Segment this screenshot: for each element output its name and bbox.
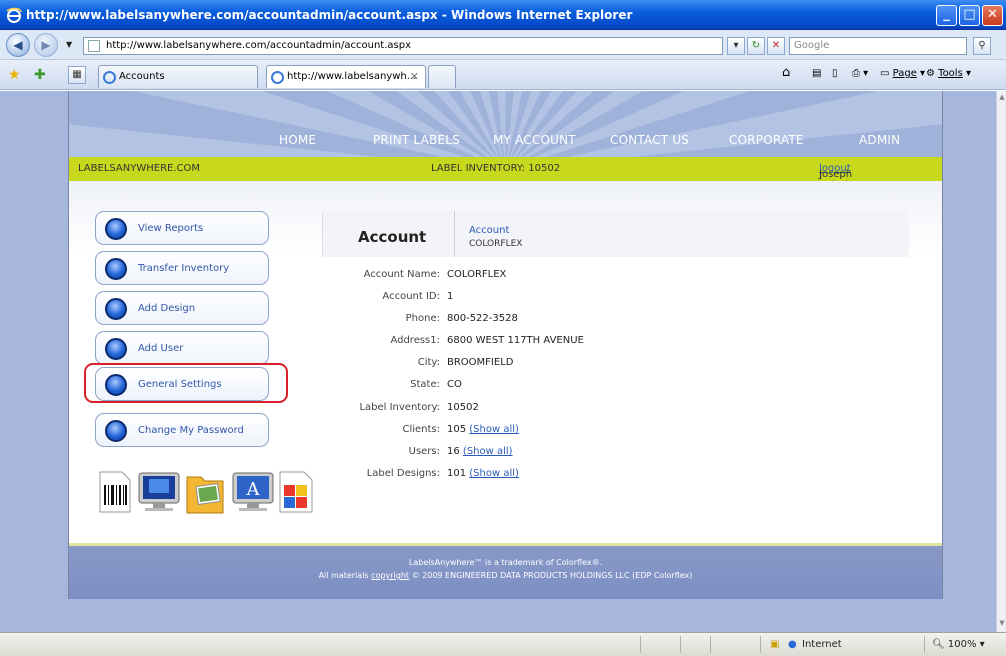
tab-current[interactable]: http://www.labelsanywh... ✕ <box>266 65 426 88</box>
info-bar: LABELSANYWHERE.COM LABEL INVENTORY: 1050… <box>69 157 942 191</box>
nav-print-labels[interactable]: PRINT LABELS <box>373 133 460 147</box>
print-icon[interactable]: ⎙ ▾ <box>852 68 868 79</box>
close-window-button[interactable]: ✕ <box>982 5 1003 26</box>
quick-tabs-icon[interactable]: ▦ <box>68 66 86 84</box>
address-dropdown-button[interactable]: ▾ <box>727 37 745 55</box>
bullet-orb-icon <box>105 420 127 442</box>
add-favorites-icon[interactable]: ✚ <box>34 67 46 83</box>
menu-view-reports[interactable]: View Reports <box>95 211 269 245</box>
home-icon[interactable]: ⌂ <box>782 65 790 80</box>
field-city: City: BROOMFIELD <box>417 357 514 368</box>
window-title: http://www.labelsanywhere.com/accountadm… <box>26 8 633 22</box>
account-header: Account Account COLORFLEX <box>322 211 909 257</box>
ie-page-icon <box>103 71 116 84</box>
field-label-designs: Label Designs: 101 (Show all) <box>366 468 519 479</box>
close-tab-icon[interactable]: ✕ <box>410 70 419 83</box>
font-monitor-icon: A <box>232 472 274 511</box>
field-phone: Phone: 800-522-3528 <box>405 313 518 324</box>
site-footer: LabelsAnywhere™ is a trademark of Colorf… <box>69 543 942 599</box>
nav-contact-us[interactable]: CONTACT US <box>610 133 689 147</box>
search-icon[interactable]: ⚲ <box>973 37 991 55</box>
field-account-name: Account Name: COLORFLEX <box>363 269 507 280</box>
designs-show-all-link[interactable]: (Show all) <box>469 468 519 479</box>
scroll-down-icon[interactable]: ▼ <box>997 619 1006 629</box>
maximize-button[interactable]: □ <box>959 5 980 26</box>
feeds-icon[interactable]: ▤ <box>812 68 821 79</box>
user-name: Joseph Beierl | logout <box>819 163 853 191</box>
address-input[interactable]: http://www.labelsanywhere.com/accountadm… <box>83 37 723 55</box>
status-bar: ▣ ● Internet 🔍︎ 100% ▾ <box>0 632 1006 656</box>
back-button[interactable]: ◀ <box>6 33 30 57</box>
minimize-button[interactable]: _ <box>936 5 957 26</box>
field-clients: Clients: 105 (Show all) <box>402 424 519 435</box>
header-divider <box>454 211 455 257</box>
highlight-annotation <box>84 363 288 403</box>
breadcrumb-account-link[interactable]: Account <box>469 225 509 236</box>
internet-explorer-icon <box>6 7 22 23</box>
field-account-id: Account ID: 1 <box>382 291 454 302</box>
tab-toolbar: ★ ✚ ▦ Accounts http://www.labelsanywh...… <box>0 60 1006 90</box>
zoom-level[interactable]: 🔍︎ 100% ▾ <box>932 639 985 650</box>
read-mail-icon[interactable]: ▯ <box>832 68 838 79</box>
field-users: Users: 16 (Show all) <box>408 446 513 457</box>
favorites-star-icon[interactable]: ★ <box>8 67 21 83</box>
breadcrumb-account-name: COLORFLEX <box>469 239 523 249</box>
nav-home[interactable]: HOME <box>279 133 316 147</box>
search-input[interactable]: Google <box>789 37 967 55</box>
bullet-orb-icon <box>105 298 127 320</box>
barcode-icon <box>99 471 131 513</box>
page-menu[interactable]: ▭ Page ▾ <box>880 68 925 79</box>
svg-text:A: A <box>246 479 261 500</box>
bullet-orb-icon <box>105 258 127 280</box>
forward-button[interactable]: ▶ <box>34 33 58 57</box>
menu-add-design[interactable]: Add Design <box>95 291 269 325</box>
field-label-inventory: Label Inventory: 10502 <box>359 402 479 413</box>
ie-page-icon <box>271 71 284 84</box>
field-address1: Address1: 6800 WEST 117TH AVENUE <box>390 335 584 346</box>
globe-icon: ● <box>788 639 797 650</box>
page-icon <box>88 40 100 52</box>
new-tab-button[interactable] <box>428 65 456 88</box>
images-folder-icon <box>186 476 224 514</box>
site-brand: LABELSANYWHERE.COM <box>78 163 201 174</box>
menu-transfer-inventory[interactable]: Transfer Inventory <box>95 251 269 285</box>
clients-show-all-link[interactable]: (Show all) <box>469 424 519 435</box>
site-container: HOME PRINT LABELS MY ACCOUNT CONTACT US … <box>68 91 943 599</box>
security-zone: Internet <box>802 639 842 650</box>
menu-add-user[interactable]: Add User <box>95 331 269 365</box>
refresh-icon[interactable]: ↻ <box>747 37 765 55</box>
window-title-bar: http://www.labelsanywhere.com/accountadm… <box>0 0 1006 30</box>
copyright-link[interactable]: copyright <box>371 571 409 580</box>
protected-mode-icon: ▣ <box>770 639 780 650</box>
recent-pages-dropdown-icon[interactable]: ▼ <box>66 40 72 49</box>
bullet-orb-icon <box>105 218 127 240</box>
tools-menu[interactable]: ⚙ Tools ▾ <box>926 68 971 79</box>
browser-viewport: HOME PRINT LABELS MY ACCOUNT CONTACT US … <box>0 91 996 632</box>
nav-admin[interactable]: ADMIN <box>859 133 900 147</box>
users-show-all-link[interactable]: (Show all) <box>463 446 513 457</box>
address-toolbar: ◀ ▶ ▼ http://www.labelsanywhere.com/acco… <box>0 30 1006 60</box>
page-title: Account <box>358 228 427 246</box>
tab-accounts[interactable]: Accounts <box>98 65 258 88</box>
field-state: State: CO <box>410 379 462 390</box>
page-body: View Reports Transfer Inventory Add Desi… <box>69 181 942 543</box>
copyright-text: All materials copyright © 2009 ENGINEERE… <box>318 571 693 580</box>
monitor-icon <box>138 472 180 511</box>
vertical-scrollbar[interactable]: ▲ ▼ <box>996 91 1006 632</box>
stop-icon[interactable]: ✕ <box>767 37 785 55</box>
trademark-text: LabelsAnywhere™ is a trademark of Colorf… <box>408 558 603 567</box>
inventory-banner: LABEL INVENTORY: 10502 <box>431 163 561 174</box>
scroll-up-icon[interactable]: ▲ <box>997 93 1006 103</box>
bullet-orb-icon <box>105 338 127 360</box>
menu-change-password[interactable]: Change My Password <box>95 413 269 447</box>
site-header: HOME PRINT LABELS MY ACCOUNT CONTACT US … <box>69 91 942 157</box>
nav-corporate[interactable]: CORPORATE <box>729 133 804 147</box>
nav-my-account[interactable]: MY ACCOUNT <box>493 133 576 147</box>
color-document-icon <box>279 471 313 513</box>
